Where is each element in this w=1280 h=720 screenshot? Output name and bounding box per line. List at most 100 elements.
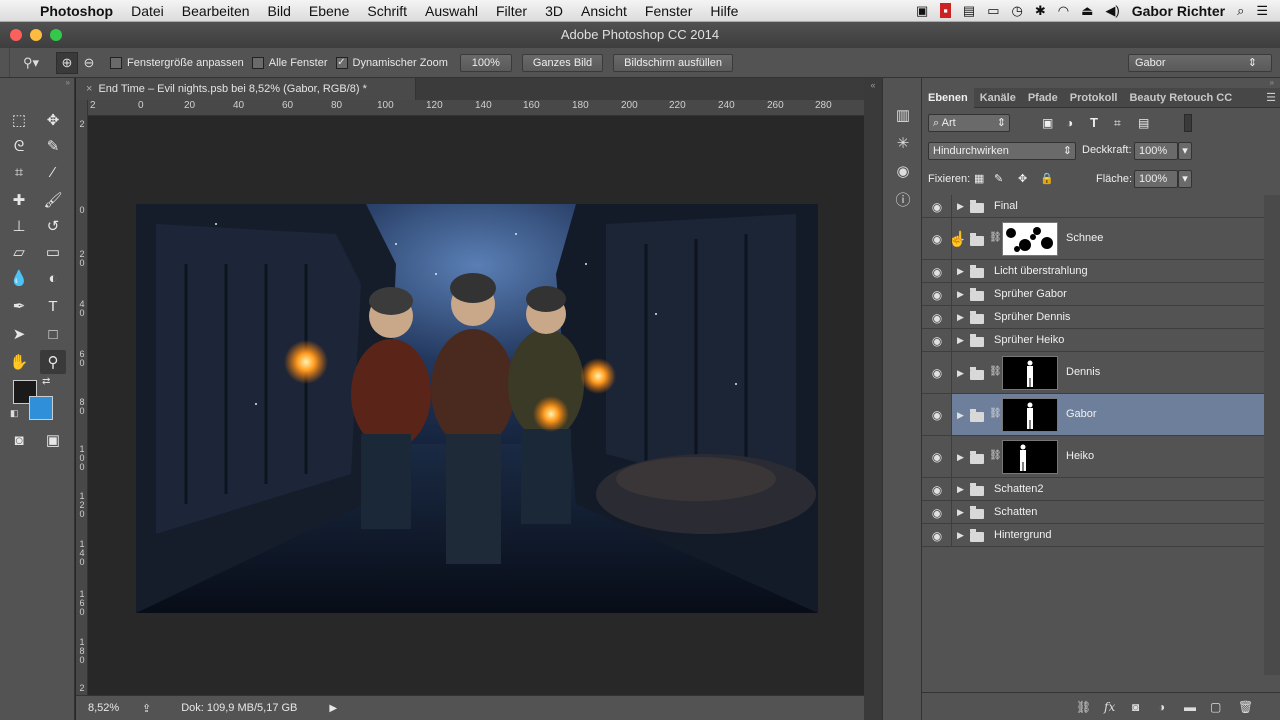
zoom-window-button[interactable]: [50, 29, 62, 41]
layer-style-icon[interactable]: fx: [1104, 700, 1115, 714]
marquee-tool-icon[interactable]: ⬚: [6, 108, 32, 132]
expand-arrow-icon[interactable]: ▶: [957, 312, 964, 323]
panel-collapse-icon[interactable]: »: [1270, 78, 1274, 87]
crop-tool-icon[interactable]: ⌗: [6, 160, 32, 184]
layer-row-licht[interactable]: ◉ ▶ Licht überstrahlung: [922, 260, 1264, 283]
layers-scrollbar[interactable]: [1264, 195, 1280, 675]
visibility-eye-icon[interactable]: ◉: [930, 200, 944, 214]
spotlight-icon[interactable]: ⌕: [1237, 3, 1244, 19]
new-layer-icon[interactable]: ▢: [1210, 700, 1221, 714]
zoom-level[interactable]: 8,52%: [76, 702, 132, 714]
display-icon[interactable]: ▤: [963, 3, 975, 19]
blur-tool-icon[interactable]: 💧: [6, 266, 32, 290]
layer-mask-thumbnail[interactable]: [1002, 356, 1058, 390]
menu-view[interactable]: Ansicht: [581, 3, 627, 19]
visibility-eye-icon[interactable]: ◉: [930, 232, 944, 246]
clone-stamp-tool-icon[interactable]: ⊥: [6, 214, 32, 238]
visibility-eye-icon[interactable]: ◉: [930, 506, 944, 520]
menu-3d[interactable]: 3D: [545, 3, 563, 19]
move-tool-icon[interactable]: ✥: [40, 108, 66, 132]
delete-layer-icon[interactable]: 🗑: [1238, 700, 1253, 714]
layer-row-spruher-dennis[interactable]: ◉ ▶ Sprüher Dennis: [922, 306, 1264, 329]
layer-mask-thumbnail[interactable]: [1002, 398, 1058, 432]
layer-row-spruher-heiko[interactable]: ◉ ▶ Sprüher Heiko: [922, 329, 1264, 352]
layer-row-schnee[interactable]: ◉ ▶ ⛓ Schnee ☝: [922, 218, 1264, 260]
fill-field[interactable]: 100%: [1134, 170, 1178, 188]
fit-window-checkbox[interactable]: Fenstergröße anpassen: [110, 56, 244, 69]
layer-mask-thumbnail[interactable]: [1002, 440, 1058, 474]
opacity-field[interactable]: 100%: [1134, 142, 1178, 160]
document-canvas[interactable]: [136, 204, 818, 613]
camera-icon[interactable]: ▣: [916, 3, 928, 19]
expand-arrow-icon[interactable]: ▶: [957, 289, 964, 300]
fill-screen-button[interactable]: Bildschirm ausfüllen: [613, 53, 733, 72]
close-window-button[interactable]: [10, 29, 22, 41]
visibility-eye-icon[interactable]: ◉: [930, 265, 944, 279]
menu-layer[interactable]: Ebene: [309, 3, 349, 19]
rectangle-tool-icon[interactable]: □: [40, 322, 66, 346]
tab-beauty-retouch[interactable]: Beauty Retouch CC: [1123, 88, 1238, 108]
fill-dropdown-icon[interactable]: ▾: [1178, 170, 1192, 188]
lasso-tool-icon[interactable]: ᘓ: [6, 134, 32, 158]
dynamic-zoom-checkbox[interactable]: ✓ Dynamischer Zoom: [335, 56, 448, 69]
panel-menu-icon[interactable]: ☰: [1266, 91, 1280, 104]
menu-image[interactable]: Bild: [268, 3, 291, 19]
menu-filter[interactable]: Filter: [496, 3, 527, 19]
workspace-select[interactable]: Gabor ⇕: [1128, 53, 1272, 72]
zoom-tool-preset-icon[interactable]: ⚲▾: [20, 52, 42, 74]
horizontal-ruler[interactable]: 2 0 20 40 60 80 100 120 140 160 180 200 …: [88, 100, 864, 116]
menu-file[interactable]: Datei: [131, 3, 164, 19]
app-status-icon[interactable]: ▪: [940, 3, 951, 18]
layer-row-spruher-gabor[interactable]: ◉ ▶ Sprüher Gabor: [922, 283, 1264, 306]
healing-brush-tool-icon[interactable]: ✚: [6, 188, 32, 212]
eject-icon[interactable]: ⏏: [1081, 3, 1093, 19]
visibility-eye-icon[interactable]: ◉: [930, 334, 944, 348]
adjustment-layer-icon[interactable]: ◑: [1158, 700, 1165, 714]
expand-arrow-icon[interactable]: ▶: [957, 266, 964, 277]
color-panel-icon[interactable]: ◉: [892, 160, 914, 182]
filter-shape-icon[interactable]: ⌗: [1114, 116, 1121, 131]
expand-arrow-icon[interactable]: ▶: [957, 410, 964, 421]
dock-collapse-strip[interactable]: «: [864, 78, 882, 720]
menu-help[interactable]: Hilfe: [710, 3, 738, 19]
fit-on-screen-button[interactable]: Ganzes Bild: [521, 53, 604, 72]
layer-row-final[interactable]: ◉ ▶ Final: [922, 195, 1264, 218]
zoom-in-icon[interactable]: ⊕: [56, 51, 78, 74]
quick-selection-tool-icon[interactable]: ✎: [40, 134, 66, 158]
history-brush-tool-icon[interactable]: ↺: [40, 214, 66, 238]
menu-window[interactable]: Fenster: [645, 3, 692, 19]
layer-row-heiko[interactable]: ◉ ▶ ⛓ Heiko: [922, 436, 1264, 478]
path-selection-tool-icon[interactable]: ➤: [6, 322, 32, 346]
vertical-ruler[interactable]: 2 0 2 0 4 0 6 0 8 0 1 0 0 1 2 0 1 4 0 1 …: [76, 100, 88, 695]
close-tab-icon[interactable]: ×: [86, 83, 92, 95]
filter-smart-object-icon[interactable]: ▤: [1138, 116, 1149, 130]
default-colors-icon[interactable]: ◧: [10, 408, 19, 419]
layer-row-schatten2[interactable]: ◉ ▶ Schatten2: [922, 478, 1264, 501]
lock-all-icon[interactable]: 🔒: [1040, 172, 1054, 185]
hand-tool-icon[interactable]: ✋: [6, 350, 32, 374]
tab-paths[interactable]: Pfade: [1022, 88, 1064, 108]
app-menu[interactable]: Photoshop: [40, 3, 113, 19]
notification-icon[interactable]: ☰: [1256, 3, 1268, 19]
expand-arrow-icon[interactable]: ▶: [957, 530, 964, 541]
screen-mode-icon[interactable]: ▣: [40, 428, 66, 452]
background-color-swatch[interactable]: [29, 396, 53, 420]
menu-edit[interactable]: Bearbeiten: [182, 3, 250, 19]
user-name[interactable]: Gabor Richter: [1132, 3, 1225, 19]
document-tab[interactable]: × End Time – Evil nights.psb bei 8,52% (G…: [76, 78, 416, 100]
wifi-icon[interactable]: ◠: [1058, 3, 1069, 19]
info-panel-icon[interactable]: ⓘ: [892, 188, 914, 210]
bluetooth-icon[interactable]: ✱: [1035, 3, 1046, 19]
expand-arrow-icon[interactable]: ▶: [957, 201, 964, 212]
layer-row-hintergrund[interactable]: ◉ ▶ Hintergrund: [922, 524, 1264, 547]
eyedropper-tool-icon[interactable]: ⁄: [40, 160, 66, 184]
expand-arrow-icon[interactable]: ▶: [957, 452, 964, 463]
filter-type-icon[interactable]: T: [1090, 115, 1098, 130]
lock-transparency-icon[interactable]: ▦: [974, 172, 984, 185]
zoom-100-button[interactable]: 100%: [459, 53, 512, 72]
layer-row-dennis[interactable]: ◉ ▶ ⛓ Dennis: [922, 352, 1264, 394]
visibility-eye-icon[interactable]: ◉: [930, 288, 944, 302]
tools-collapse-icon[interactable]: »: [0, 78, 75, 88]
link-layers-icon[interactable]: ⛓: [1076, 700, 1091, 714]
filter-pixel-icon[interactable]: ▣: [1042, 116, 1053, 130]
